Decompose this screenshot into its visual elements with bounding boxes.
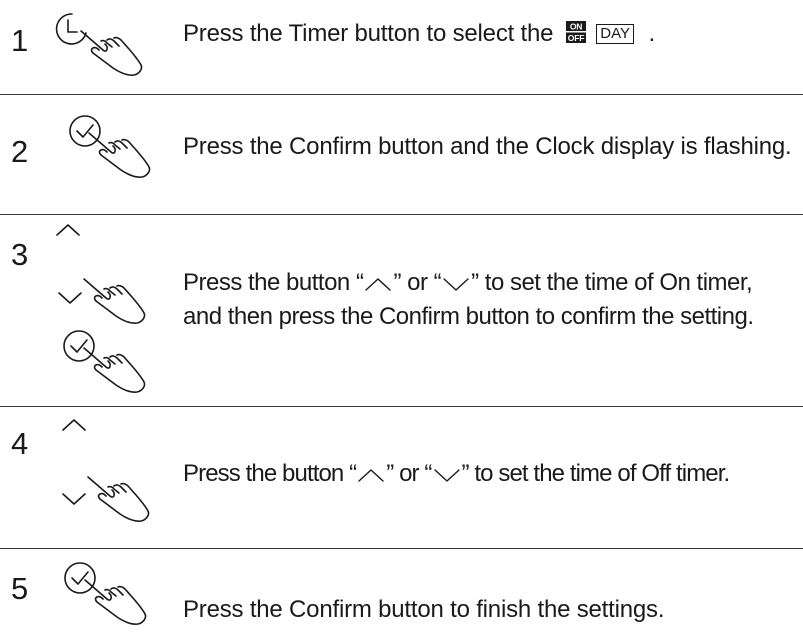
pointing-hand-icon (87, 130, 157, 182)
up-chevron-icon (358, 469, 384, 482)
step-3-text-line2: and then press the Confirm button to con… (183, 303, 754, 330)
step-divider (0, 406, 803, 407)
step-divider (0, 214, 803, 215)
step-number: 4 (11, 426, 29, 461)
pointing-hand-icon (83, 577, 153, 629)
step-number: 5 (11, 571, 29, 606)
step-text: ” or “ (393, 269, 442, 296)
up-arrow-icon (61, 417, 87, 433)
up-chevron-icon (365, 278, 392, 291)
down-chevron-icon (443, 278, 469, 291)
step-5-text: Press the Confirm button to finish the s… (183, 596, 665, 623)
step-3-text-line1: Press the button “ ” or “ ” to set the tim… (183, 266, 753, 300)
down-arrow-icon (61, 491, 87, 507)
step-text-end: . (648, 20, 655, 47)
step-text: ” or “ (386, 460, 432, 487)
step-number: 1 (11, 23, 29, 58)
step-number: 3 (11, 237, 29, 272)
step-text: Press the button “ (183, 460, 357, 487)
step-text: Press the Timer button to select the (183, 20, 554, 47)
step-text: Press the button “ (183, 269, 364, 296)
step-number: 2 (11, 134, 29, 169)
off-label: OFF (568, 33, 584, 43)
on-off-icon: ON OFF (565, 21, 586, 43)
pointing-hand-icon (82, 345, 152, 397)
on-label: ON (570, 22, 582, 32)
down-arrow-icon (57, 290, 83, 306)
timer-instructions-page: 1 Press the Timer button to select the O… (0, 0, 803, 643)
down-chevron-icon (433, 469, 460, 482)
step-4-text: Press the button “ ” or “ ” to set the tim… (183, 457, 731, 491)
step-divider (0, 94, 803, 95)
up-arrow-icon (55, 222, 81, 238)
step-text: ” to set the time of On timer, (471, 269, 753, 296)
step-1-text: Press the Timer button to select the ON … (183, 17, 655, 51)
pointing-hand-icon (82, 276, 152, 328)
step-2-text: Press the Confirm button and the Clock d… (183, 133, 792, 160)
day-indicator: DAY (596, 24, 634, 44)
step-divider (0, 548, 803, 549)
pointing-hand-icon (86, 474, 156, 526)
step-text: ” to set the time of Off timer. (461, 460, 731, 487)
pointing-hand-icon (79, 28, 149, 76)
